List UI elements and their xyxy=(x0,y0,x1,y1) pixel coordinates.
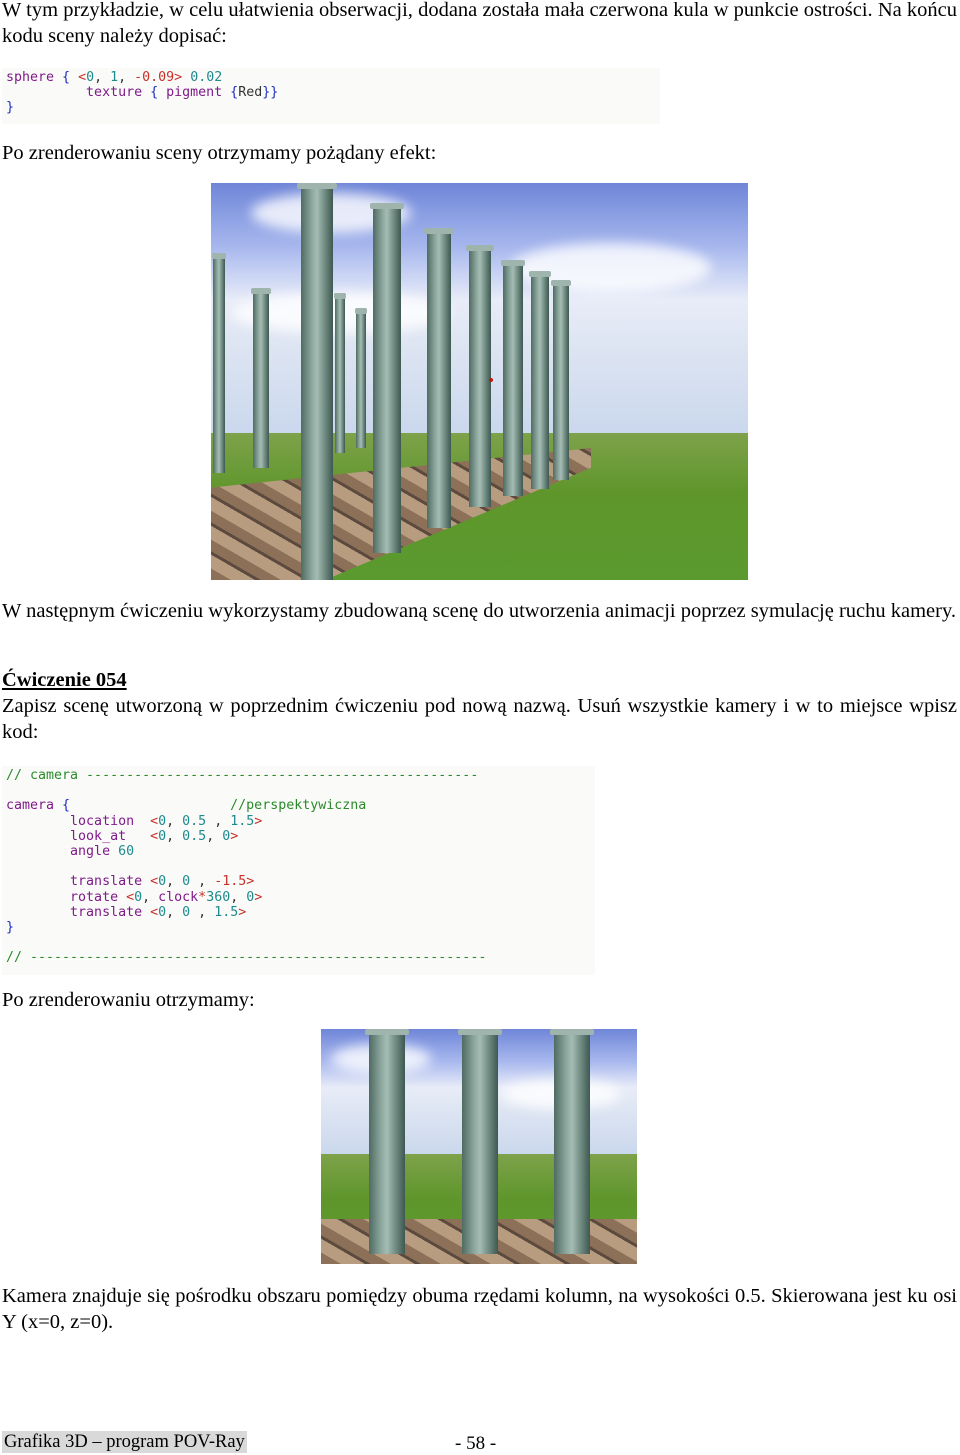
page-number: - 58 - xyxy=(455,1433,497,1454)
code-token: } xyxy=(6,920,15,936)
code-token: { xyxy=(150,85,167,101)
code-token: , xyxy=(190,874,215,890)
code-line: translate <0, 0 , -1.5> xyxy=(6,874,591,889)
code-line: texture { pigment {Red}} xyxy=(6,85,656,100)
code-token: < xyxy=(150,813,159,829)
code-token: pigment xyxy=(166,85,231,101)
code-token: sphere xyxy=(6,70,63,85)
code-token: -0.09 xyxy=(134,70,175,85)
conclusion-paragraph: Kamera znajduje się pośrodku obszaru pom… xyxy=(2,1285,957,1333)
code-token: , xyxy=(94,70,111,85)
paragraph-next-exercise: W następnym ćwiczeniu wykorzystamy zbudo… xyxy=(2,600,957,622)
code-token: 0 xyxy=(86,70,95,85)
code-token: 0 xyxy=(182,904,191,920)
code-token: 0 xyxy=(158,874,167,890)
code-token: < xyxy=(150,874,159,890)
code-token: , xyxy=(190,904,215,920)
code-token: < xyxy=(150,904,159,920)
code-token: translate xyxy=(6,904,151,920)
code-token: clock xyxy=(158,889,199,905)
code-token: Red xyxy=(238,85,263,101)
code-token: rotate xyxy=(6,889,127,905)
code-token: { xyxy=(230,85,239,101)
code-token: > xyxy=(246,874,255,890)
code-block-sphere: sphere { <0, 1, -0.09> 0.02 texture { pi… xyxy=(2,68,660,124)
render-caption-2: Po zrenderowaniu otrzymamy: xyxy=(2,989,255,1011)
code-line: } xyxy=(6,100,656,115)
code-token: //perspektywiczna xyxy=(70,798,367,814)
code-token: 360 xyxy=(206,889,231,905)
code-token: , xyxy=(206,813,231,829)
code-line: camera { //perspektywiczna xyxy=(6,798,591,813)
code-token: , xyxy=(166,874,183,890)
code-token: < xyxy=(126,889,135,905)
code-token: // camera ------------------------------… xyxy=(6,768,479,783)
code-token: 1.5 xyxy=(214,904,239,920)
code-token: , xyxy=(206,828,223,844)
code-token: angle xyxy=(6,844,119,860)
code-token: 0 xyxy=(158,813,167,829)
code-token: 0 xyxy=(158,904,167,920)
render-image-columns-camera xyxy=(321,1029,637,1264)
code-token: look_at xyxy=(6,828,151,844)
footer-title: Grafika 3D – program POV-Ray xyxy=(2,1431,247,1453)
code-token: location xyxy=(6,813,151,829)
render-caption-1: Po zrenderowaniu sceny otrzymamy pożądan… xyxy=(2,142,437,164)
code-token: < xyxy=(150,828,159,844)
code-token: , xyxy=(118,70,135,85)
code-token: 60 xyxy=(118,844,135,860)
code-line: location <0, 0.5 , 1.5> xyxy=(6,814,591,829)
code-token: 0 xyxy=(134,889,143,905)
exercise-title: Ćwiczenie 054 xyxy=(2,669,127,691)
code-token: } xyxy=(6,100,15,116)
code-token: , xyxy=(142,889,159,905)
code-token: 0.02 xyxy=(190,70,223,85)
code-token: , xyxy=(230,889,247,905)
code-block-camera: // camera ------------------------------… xyxy=(2,766,595,975)
code-line: look_at <0, 0.5, 0> xyxy=(6,829,591,844)
code-line: rotate <0, clock*360, 0> xyxy=(6,890,591,905)
code-line: translate <0, 0 , 1.5> xyxy=(6,905,591,920)
code-token: , xyxy=(166,813,183,829)
code-token: < xyxy=(78,70,87,85)
code-line: angle 60 xyxy=(6,844,591,859)
code-line: // -------------------------------------… xyxy=(6,950,591,965)
code-token: > xyxy=(254,813,263,829)
code-token: // -------------------------------------… xyxy=(6,950,487,966)
code-token: > xyxy=(174,70,191,85)
code-token: -1.5 xyxy=(214,874,247,890)
code-token: * xyxy=(198,889,207,905)
code-token: , xyxy=(166,828,183,844)
code-token: { xyxy=(62,798,71,814)
code-token: > xyxy=(254,889,263,905)
code-token: 1.5 xyxy=(230,813,255,829)
intro-paragraph: W tym przykładzie, w celu ułatwienia obs… xyxy=(2,0,957,47)
code-token: }} xyxy=(262,85,279,101)
code-token: translate xyxy=(6,874,151,890)
code-token: 0.5 xyxy=(182,813,207,829)
exercise-text: Zapisz scenę utworzoną w poprzednim ćwic… xyxy=(2,695,957,743)
code-line: sphere { <0, 1, -0.09> 0.02 xyxy=(6,70,656,85)
code-token: 0 xyxy=(182,874,191,890)
code-token: texture xyxy=(6,85,151,101)
code-token: > xyxy=(238,904,247,920)
code-token: { xyxy=(62,70,79,85)
code-token: , xyxy=(166,904,183,920)
code-token: 1 xyxy=(110,70,119,85)
code-token: > xyxy=(230,828,239,844)
code-token: 0 xyxy=(158,828,167,844)
code-line: // camera ------------------------------… xyxy=(6,768,591,783)
code-line: } xyxy=(6,920,591,935)
code-token: 0.5 xyxy=(182,828,207,844)
code-token: camera xyxy=(6,798,63,814)
render-image-columns-perspective xyxy=(211,183,748,580)
focus-sphere xyxy=(489,378,493,382)
